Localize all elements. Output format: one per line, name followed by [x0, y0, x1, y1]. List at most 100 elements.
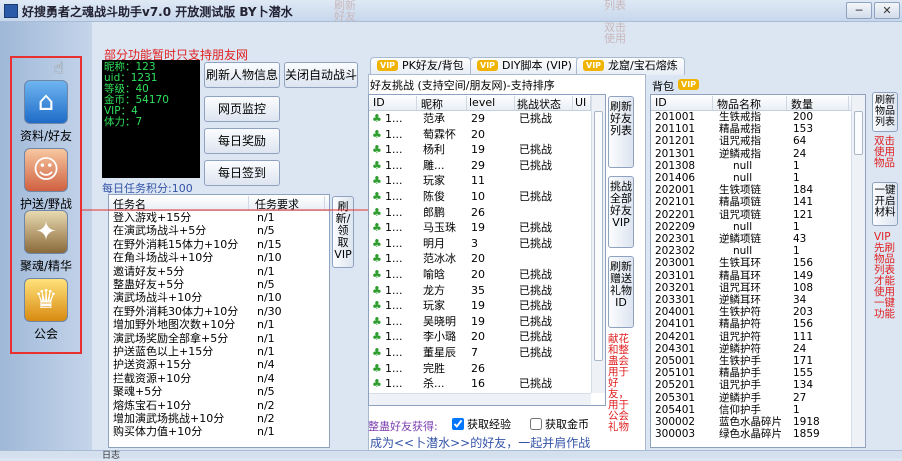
table-row[interactable]: ♣ 1... 马玉珠 19 已挑战 — [369, 220, 591, 235]
table-row[interactable]: ♣ 1... 龙方 35 已挑战 — [369, 283, 591, 298]
opt-exp[interactable]: 获取经验 — [452, 416, 511, 432]
table-row[interactable]: ♣ 1... 杀... 16 已挑战 — [369, 376, 591, 391]
table-row[interactable]: 在演武场战斗+5分 n/5 — [109, 224, 329, 237]
table-row[interactable]: 201308 null 1 — [651, 160, 851, 172]
table-row[interactable]: 203101 精晶耳环 149 — [651, 270, 851, 282]
table-row[interactable]: ♣ 1... 郎鹏 26 — [369, 205, 591, 220]
friends-hscrollbar[interactable] — [369, 393, 591, 405]
table-row[interactable]: ♣ 1... 完胜 26 — [369, 361, 591, 376]
table-row[interactable]: 205401 信仰护手 1 — [651, 404, 851, 416]
nav-guild[interactable]: ♛ 公会 — [8, 278, 84, 342]
table-row[interactable]: 202209 null 1 — [651, 221, 851, 233]
refresh-info-button[interactable]: 刷新人物信息 — [204, 62, 280, 88]
exp-checkbox[interactable] — [452, 418, 464, 430]
table-row[interactable]: ♣ 1... 喻晗 20 已挑战 — [369, 267, 591, 282]
table-row[interactable]: 205301 逆鳞护手 27 — [651, 392, 851, 404]
table-row[interactable]: ♣ 1... 陈俊 10 已挑战 — [369, 189, 591, 204]
table-row[interactable]: ♣ 1... 范冰冰 20 — [369, 251, 591, 266]
column-header[interactable]: 物品名称 — [717, 96, 787, 111]
one-click-open-button[interactable]: 一键开启材料 — [872, 182, 898, 226]
table-row[interactable]: 熔炼宝石+10分 n/2 — [109, 399, 329, 412]
table-row[interactable]: 203301 逆鳞耳环 34 — [651, 294, 851, 306]
nav-soul-essence[interactable]: ✦ 聚魂/精华 — [8, 210, 84, 274]
table-row[interactable]: 204301 逆鳞护符 24 — [651, 343, 851, 355]
table-row[interactable]: 201101 精晶戒指 153 — [651, 123, 851, 135]
table-row[interactable]: 201406 null 1 — [651, 172, 851, 184]
table-row[interactable]: 300002 蓝色水晶碎片 1918 — [651, 416, 851, 428]
table-row[interactable]: 演武场战斗+10分 n/10 — [109, 291, 329, 304]
refresh-items-button[interactable]: 刷新物品列表 — [872, 92, 898, 132]
table-row[interactable]: 增加野外地图次数+10分 n/1 — [109, 318, 329, 331]
table-row[interactable]: ♣ 1... 杨利 19 已挑战 — [369, 142, 591, 157]
gold-checkbox[interactable] — [530, 418, 542, 430]
tab-pk-bag[interactable]: VIP PK好友/背包 — [370, 57, 471, 75]
friends-scrollbar[interactable] — [591, 95, 605, 393]
refresh-friends-button[interactable]: 刷新好友列表 — [608, 96, 634, 168]
table-row[interactable]: 201201 诅咒戒指 64 — [651, 135, 851, 147]
table-row[interactable]: ♣ 1... 董星辰 7 已挑战 — [369, 345, 591, 360]
table-row[interactable]: 202101 精晶项链 141 — [651, 196, 851, 208]
table-row[interactable]: 整蛊好友+5分 n/5 — [109, 278, 329, 291]
column-header[interactable]: 数量 — [791, 96, 849, 111]
table-row[interactable]: 演武场奖励全部拿+5分 n/1 — [109, 332, 329, 345]
table-row[interactable]: 202302 null 1 — [651, 245, 851, 257]
table-row[interactable]: 护送资源+15分 n/4 — [109, 358, 329, 371]
table-row[interactable]: ♣ 1... 雕... 29 已挑战 — [369, 158, 591, 173]
table-row[interactable]: 拦截资源+10分 n/4 — [109, 372, 329, 385]
clover-icon: ♣ — [372, 158, 382, 172]
friend-status: 已挑战 — [519, 314, 552, 328]
table-row[interactable]: 204101 精晶护符 156 — [651, 318, 851, 330]
column-header[interactable]: 昵称 — [421, 96, 467, 111]
scroll-thumb[interactable] — [854, 111, 863, 155]
column-header[interactable]: ID — [655, 96, 713, 110]
table-row[interactable]: ♣ 1... 李小璐 20 已挑战 — [369, 329, 591, 344]
column-header[interactable]: level — [469, 96, 515, 110]
close-button[interactable]: ✕ — [874, 2, 900, 19]
opt-gold[interactable]: 获取金币 — [530, 416, 589, 432]
nav-escort-field[interactable]: ☺ 护送/野战 — [8, 148, 84, 212]
refresh-gift-id-button[interactable]: 刷新赠送礼物ID — [608, 256, 634, 328]
table-row[interactable]: 203001 生铁耳环 156 — [651, 257, 851, 269]
table-row[interactable]: 邀请好友+5分 n/1 — [109, 265, 329, 278]
table-row[interactable]: 购买体力值+10分 n/1 — [109, 425, 329, 438]
table-row[interactable]: 202201 诅咒项链 121 — [651, 209, 851, 221]
table-row[interactable]: 203201 诅咒耳环 108 — [651, 282, 851, 294]
table-row[interactable]: 205201 诅咒护手 134 — [651, 379, 851, 391]
bag-scrollbar[interactable] — [851, 95, 865, 447]
column-header[interactable]: 挑战状态 — [517, 96, 573, 111]
web-monitor-button[interactable]: 网页监控 — [204, 96, 280, 122]
nav-profile-friends[interactable]: ⌂ 资料/好友 — [8, 80, 84, 144]
tab-dragon-gem[interactable]: VIP 龙窟/宝石熔炼 — [576, 57, 685, 75]
column-header[interactable]: ID — [373, 96, 417, 110]
minimize-button[interactable]: ─ — [846, 2, 872, 19]
table-row[interactable]: 201301 逆鳞戒指 24 — [651, 148, 851, 160]
table-row[interactable]: 202001 生铁项链 184 — [651, 184, 851, 196]
table-row[interactable]: 在角斗场战斗+10分 n/10 — [109, 251, 329, 264]
daily-reward-button[interactable]: 每日奖励 — [204, 128, 280, 154]
table-row[interactable]: ♣ 1... 明月 3 已挑战 — [369, 236, 591, 251]
challenge-all-button[interactable]: 挑战全部好友VIP — [608, 176, 634, 248]
table-row[interactable]: 聚魂+5分 n/5 — [109, 385, 329, 398]
table-row[interactable]: 201001 生铁戒指 200 — [651, 111, 851, 123]
friend-level: 35 — [471, 283, 485, 297]
table-row[interactable]: ♣ 1... 玩家 19 已挑战 — [369, 298, 591, 313]
daily-signin-button[interactable]: 每日签到 — [204, 160, 280, 186]
table-row[interactable]: ♣ 1... 吴晓明 19 已挑战 — [369, 314, 591, 329]
table-row[interactable]: 增加演武场挑战+10分 n/2 — [109, 412, 329, 425]
table-row[interactable]: 在野外消耗15体力+10分 n/15 — [109, 238, 329, 251]
table-row[interactable]: 在野外消耗30体力+10分 n/30 — [109, 305, 329, 318]
table-row[interactable]: 202301 逆鳞项链 43 — [651, 233, 851, 245]
table-row[interactable]: ♣ 1... 玩家 11 — [369, 173, 591, 188]
table-row[interactable]: 205101 精晶护手 155 — [651, 367, 851, 379]
scroll-thumb[interactable] — [594, 111, 603, 361]
table-row[interactable]: 204201 诅咒护符 111 — [651, 331, 851, 343]
table-row[interactable]: 204001 生铁护符 203 — [651, 306, 851, 318]
table-row[interactable]: 护送蓝色以上+15分 n/1 — [109, 345, 329, 358]
column-header[interactable]: UI — [575, 96, 591, 110]
table-row[interactable]: 205001 生铁护手 171 — [651, 355, 851, 367]
table-row[interactable]: ♣ 1... 范承 29 已挑战 — [369, 111, 591, 126]
tab-diy-script[interactable]: VIP DIY脚本 (VIP) — [470, 57, 579, 75]
close-auto-battle-button[interactable]: 关闭自动战斗 — [284, 62, 358, 88]
table-row[interactable]: 300003 绿色水晶碎片 1859 — [651, 428, 851, 440]
table-row[interactable]: ♣ 1... 萄霖怀 20 — [369, 127, 591, 142]
